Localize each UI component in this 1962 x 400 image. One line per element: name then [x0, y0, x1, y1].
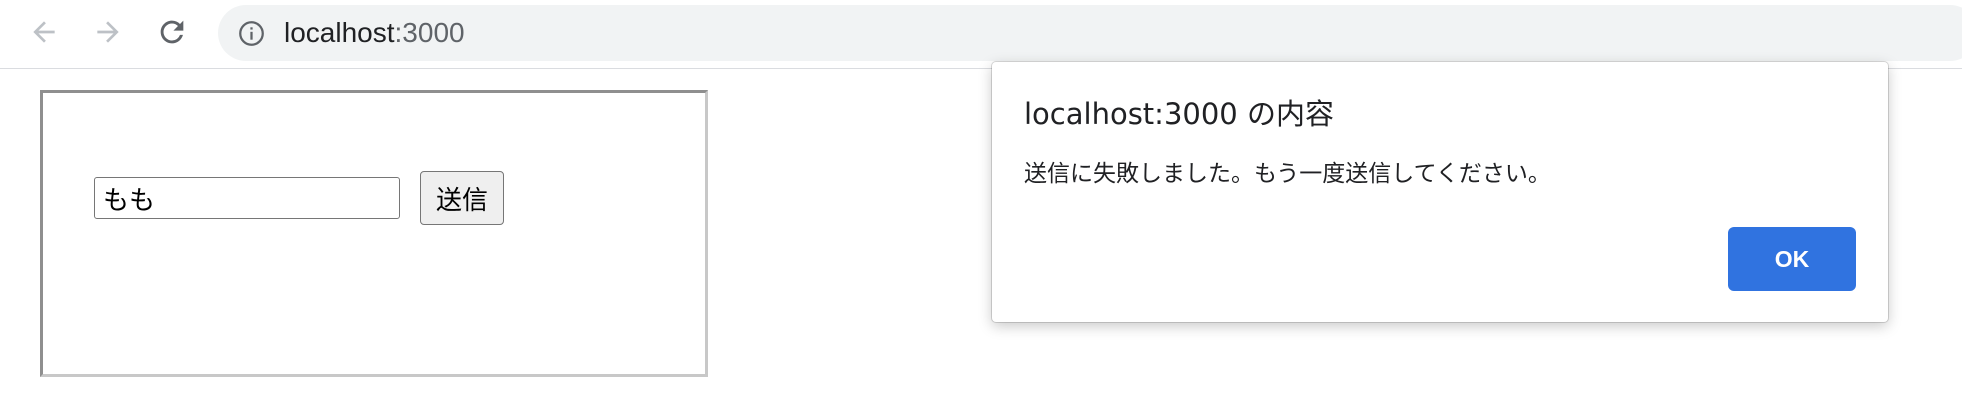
url-host: localhost — [284, 17, 395, 48]
forward-button[interactable] — [88, 12, 128, 52]
info-icon[interactable] — [238, 20, 265, 47]
reload-icon — [160, 20, 184, 44]
url-text[interactable]: localhost:3000 — [284, 18, 465, 48]
arrow-right-icon — [97, 21, 119, 43]
submit-button[interactable]: 送信 — [420, 171, 504, 225]
back-button[interactable] — [24, 12, 64, 52]
ok-button[interactable]: OK — [1728, 227, 1856, 291]
name-input[interactable] — [94, 177, 400, 219]
browser-toolbar: localhost:3000 — [0, 0, 1962, 69]
dialog-message: 送信に失敗しました。もう一度送信してください。 — [1024, 161, 1551, 187]
dialog-title: localhost:3000 の内容 — [1024, 97, 1334, 131]
address-bar[interactable]: localhost:3000 — [218, 5, 1962, 61]
arrow-left-icon — [33, 21, 55, 43]
alert-dialog: localhost:3000 の内容 送信に失敗しました。もう一度送信してくださ… — [992, 62, 1888, 322]
reload-button[interactable] — [152, 12, 192, 52]
url-port: :3000 — [394, 17, 465, 48]
form-container: 送信 — [40, 90, 708, 377]
